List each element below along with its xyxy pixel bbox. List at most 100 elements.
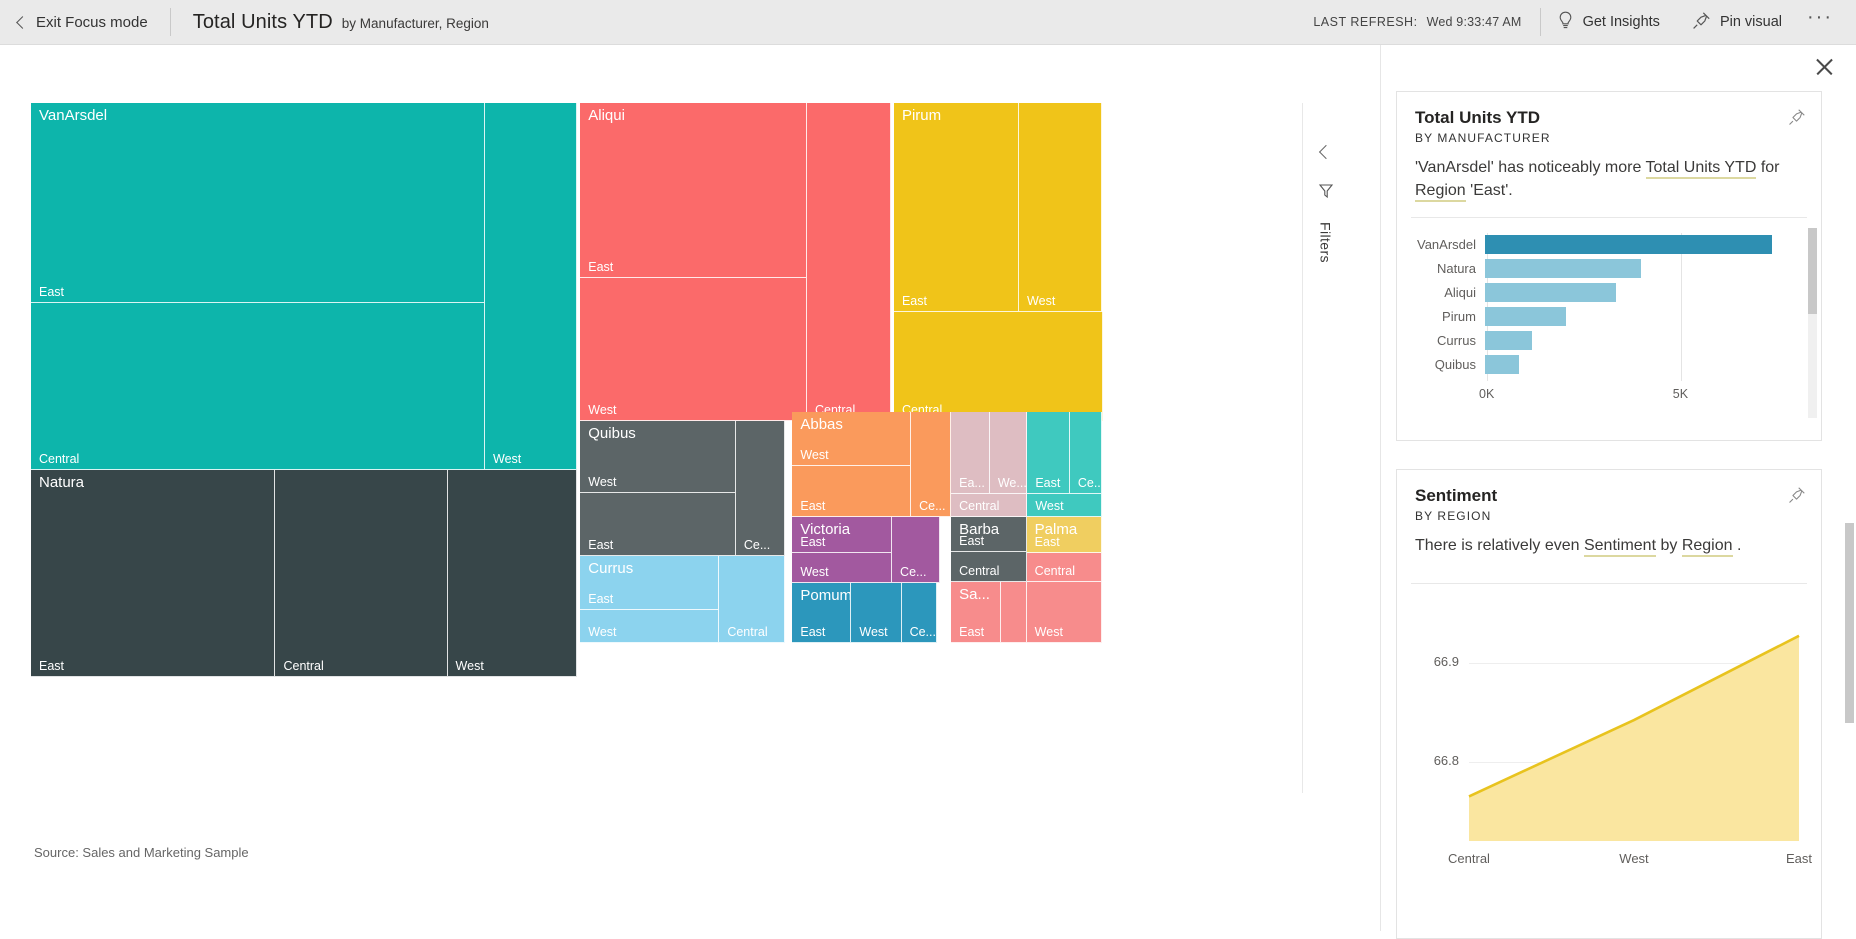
treemap-node-region-label: East xyxy=(1035,476,1060,490)
bar-chart-row[interactable]: Aliqui xyxy=(1407,283,1813,302)
treemap-node-manufacturer-label: Pomum xyxy=(800,587,851,604)
insight-field-token[interactable]: Sentiment xyxy=(1584,537,1656,557)
treemap-node[interactable]: Central xyxy=(719,556,784,643)
insight-card-subtitle: BY REGION xyxy=(1415,509,1803,523)
treemap-node[interactable]: East xyxy=(792,466,911,517)
treemap-node[interactable]: East xyxy=(580,493,736,556)
treemap-node[interactable]: Ce... xyxy=(902,583,937,643)
treemap-node[interactable]: Sa...East xyxy=(951,582,1001,643)
insight-area-chart[interactable]: 66.866.9CentralWestEast xyxy=(1407,595,1811,895)
divider xyxy=(1411,217,1807,218)
treemap-node-region-label: Central xyxy=(727,625,767,639)
treemap-node[interactable]: AliquiEast xyxy=(580,103,807,278)
filter-icon[interactable] xyxy=(1318,183,1334,204)
treemap-node[interactable]: West xyxy=(851,583,901,643)
treemap-node[interactable] xyxy=(1001,582,1026,643)
treemap-node[interactable]: Central xyxy=(31,303,485,470)
treemap-node-region-label: West xyxy=(800,565,828,579)
bar-chart-bar[interactable] xyxy=(1485,355,1519,374)
treemap-node[interactable]: Central xyxy=(894,312,1103,420)
pin-visual-button[interactable]: Pin visual xyxy=(1676,0,1798,45)
chevron-left-icon xyxy=(16,16,29,29)
pin-icon[interactable] xyxy=(1788,108,1806,131)
treemap-node-region-label: East xyxy=(1035,535,1060,549)
treemap-node[interactable]: BarbaEast xyxy=(951,517,1027,552)
treemap-node[interactable]: Central xyxy=(275,470,447,677)
treemap-node[interactable]: CurrusEast xyxy=(580,556,719,610)
treemap-node[interactable]: Central xyxy=(1027,553,1103,582)
treemap-node[interactable]: West xyxy=(1027,494,1102,517)
treemap-node[interactable]: East xyxy=(1027,412,1070,494)
card-scrollbar-thumb[interactable] xyxy=(1808,228,1817,314)
treemap-node[interactable]: PomumEast xyxy=(792,583,851,643)
treemap-node-region-label: West xyxy=(1035,499,1063,513)
bar-chart-row[interactable]: Natura xyxy=(1407,259,1813,278)
treemap-node[interactable]: PalmaEast xyxy=(1027,517,1103,553)
treemap-node[interactable]: West xyxy=(485,103,577,470)
treemap-node[interactable]: VictoriaEast xyxy=(792,517,892,553)
bar-chart-row[interactable]: Currus xyxy=(1407,331,1813,350)
bar-chart-category-label: Currus xyxy=(1407,333,1485,348)
insight-field-token[interactable]: Region xyxy=(1682,537,1733,557)
treemap-node[interactable]: West xyxy=(1019,103,1102,312)
more-options-button[interactable]: ··· xyxy=(1798,0,1842,45)
treemap-visual[interactable]: VanArsdelEastCentralWestNaturaEastCentra… xyxy=(31,103,1301,823)
bar-chart-row[interactable]: Pirum xyxy=(1407,307,1813,326)
bar-chart-bar[interactable] xyxy=(1485,331,1532,350)
treemap-node[interactable]: AbbasWest xyxy=(792,412,911,466)
insight-text-fragment: by xyxy=(1656,537,1682,554)
treemap-node[interactable]: Central xyxy=(951,552,1027,582)
get-insights-button[interactable]: Get Insights xyxy=(1541,0,1676,45)
treemap-node[interactable]: Ce... xyxy=(1070,412,1102,494)
insight-text-fragment: 'East'. xyxy=(1466,182,1513,199)
exit-focus-mode-button[interactable]: Exit Focus mode xyxy=(0,0,170,45)
treemap-node[interactable]: West xyxy=(580,610,719,643)
pane-scrollbar-thumb[interactable] xyxy=(1845,523,1854,723)
bar-chart-bar[interactable] xyxy=(1485,283,1616,302)
treemap-node-region-label: Ce... xyxy=(919,499,945,513)
report-canvas: VanArsdelEastCentralWestNaturaEastCentra… xyxy=(0,45,1381,931)
insight-field-token[interactable]: Region xyxy=(1415,182,1466,202)
area-chart-fill xyxy=(1469,636,1799,841)
insight-card-header: Total Units YTD BY MANUFACTURER xyxy=(1397,92,1821,145)
treemap-node-region-label: West xyxy=(1027,294,1055,308)
treemap-node[interactable]: NaturaEast xyxy=(31,470,275,677)
treemap-node[interactable]: Ce... xyxy=(736,421,785,556)
treemap-node[interactable]: West xyxy=(448,470,578,677)
collapse-pane-chevron-icon[interactable] xyxy=(1318,145,1332,159)
bar-chart-category-label: VanArsdel xyxy=(1407,237,1485,252)
insight-text-fragment: . xyxy=(1733,537,1742,554)
insight-card-sentiment[interactable]: Sentiment BY REGION There is relatively … xyxy=(1396,469,1822,939)
bar-chart-row[interactable]: Quibus xyxy=(1407,355,1813,374)
insight-card-subtitle: BY MANUFACTURER xyxy=(1415,131,1803,145)
treemap-node-region-label: Central xyxy=(1035,564,1075,578)
insight-bar-chart[interactable]: VanArsdelNaturaAliquiPirumCurrusQuibus0K… xyxy=(1407,225,1811,433)
treemap-node-region-label: Ce... xyxy=(1078,476,1102,490)
treemap-node[interactable]: We... xyxy=(990,412,1027,494)
treemap-node[interactable]: Ce... xyxy=(911,412,951,517)
pin-icon[interactable] xyxy=(1788,486,1806,509)
insight-card-total-units[interactable]: Total Units YTD BY MANUFACTURER 'VanArsd… xyxy=(1396,91,1822,441)
filters-label: Filters xyxy=(1318,222,1334,263)
treemap-node[interactable]: Quibus West xyxy=(580,421,736,493)
insight-field-token[interactable]: Total Units YTD xyxy=(1646,159,1757,179)
pin-icon xyxy=(1692,11,1711,34)
treemap-node[interactable]: PirumEast xyxy=(894,103,1019,312)
treemap-node-manufacturer-label: Currus xyxy=(588,560,633,577)
bar-chart-row[interactable]: VanArsdel xyxy=(1407,235,1813,254)
treemap-node[interactable]: West xyxy=(580,278,807,421)
bar-chart-bar[interactable] xyxy=(1485,307,1566,326)
treemap-node[interactable]: West xyxy=(792,553,892,583)
treemap-node[interactable]: West xyxy=(1027,582,1103,643)
treemap-node-manufacturer-label: Quibus xyxy=(588,425,636,442)
treemap-node[interactable]: Ce... xyxy=(892,517,940,583)
bar-chart-bar[interactable] xyxy=(1485,235,1772,254)
treemap-node[interactable]: Central xyxy=(807,103,891,421)
treemap-node[interactable]: Central xyxy=(951,494,1027,517)
lightbulb-icon xyxy=(1557,11,1574,34)
treemap-node[interactable]: Ea... xyxy=(951,412,990,494)
close-icon[interactable] xyxy=(1813,56,1835,78)
treemap-node[interactable]: VanArsdelEast xyxy=(31,103,485,303)
treemap-node-region-label: West xyxy=(588,475,616,489)
bar-chart-bar[interactable] xyxy=(1485,259,1641,278)
